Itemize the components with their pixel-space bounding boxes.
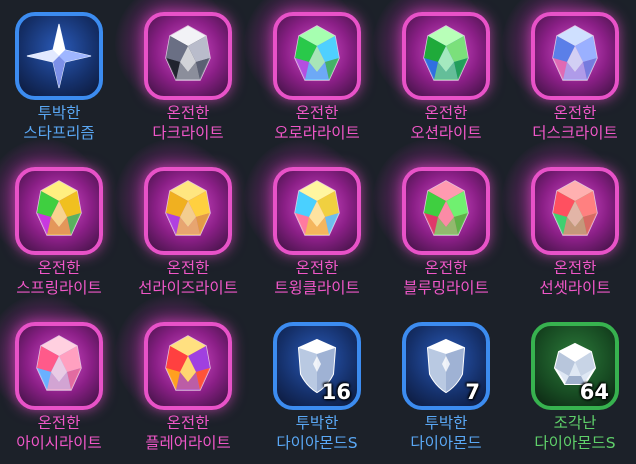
item-tile[interactable] bbox=[402, 167, 490, 255]
item-label: 투박한 다이아몬드S bbox=[252, 413, 382, 453]
item-tile[interactable] bbox=[531, 12, 619, 100]
item-name: 다크라이트 bbox=[152, 124, 224, 142]
item-grade: 온전한 bbox=[37, 414, 81, 432]
item-tile[interactable] bbox=[531, 167, 619, 255]
item-grade: 투박한 bbox=[295, 414, 339, 432]
item-name: 오션라이트 bbox=[410, 124, 482, 142]
item-tile[interactable] bbox=[144, 167, 232, 255]
item-grade: 온전한 bbox=[553, 259, 597, 277]
item-tile[interactable] bbox=[402, 12, 490, 100]
item-label: 온전한 선라이즈라이트 bbox=[123, 258, 253, 298]
item-label: 온전한 트윙클라이트 bbox=[252, 258, 382, 298]
item-name: 다이아몬드S bbox=[534, 434, 616, 452]
inventory-item[interactable]: 온전한 플레어라이트 bbox=[115, 294, 258, 460]
item-tile[interactable] bbox=[15, 322, 103, 410]
item-label: 온전한 더스크라이트 bbox=[510, 103, 636, 143]
dark-gem-icon bbox=[165, 25, 211, 81]
item-tile[interactable]: 16 bbox=[273, 322, 361, 410]
inventory-item[interactable]: 64 조각난 다이아몬드S bbox=[516, 310, 636, 460]
item-name: 아이시라이트 bbox=[16, 434, 102, 452]
item-label: 온전한 오로라라이트 bbox=[252, 103, 382, 143]
item-count: 7 bbox=[465, 380, 480, 404]
item-name: 선라이즈라이트 bbox=[138, 279, 238, 297]
item-label: 투박한 다이아몬드 bbox=[381, 413, 511, 453]
flare-gem-icon bbox=[165, 335, 211, 391]
sunrise-gem-icon bbox=[165, 180, 211, 236]
star-prism-icon bbox=[26, 23, 92, 89]
item-tile[interactable]: 7 bbox=[402, 322, 490, 410]
item-name: 플레어라이트 bbox=[145, 434, 231, 452]
inventory-item[interactable]: 온전한 선셋라이트 bbox=[502, 139, 636, 305]
item-label: 투박한 스타프리즘 bbox=[0, 103, 124, 143]
item-grade: 온전한 bbox=[295, 104, 339, 122]
sunset-gem-icon bbox=[552, 180, 598, 236]
item-name: 스프링라이트 bbox=[16, 279, 102, 297]
item-tile[interactable]: 64 bbox=[531, 322, 619, 410]
item-tile[interactable] bbox=[273, 12, 361, 100]
item-grade: 온전한 bbox=[166, 259, 210, 277]
item-label: 온전한 오션라이트 bbox=[381, 103, 511, 143]
item-name: 선셋라이트 bbox=[539, 279, 611, 297]
item-tile[interactable] bbox=[15, 167, 103, 255]
item-label: 온전한 블루밍라이트 bbox=[381, 258, 511, 298]
item-grade: 온전한 bbox=[424, 104, 468, 122]
item-tile[interactable] bbox=[273, 167, 361, 255]
item-name: 스타프리즘 bbox=[23, 124, 95, 142]
item-grade: 온전한 bbox=[166, 104, 210, 122]
aurora-gem-icon bbox=[294, 25, 340, 81]
item-label: 온전한 다크라이트 bbox=[123, 103, 253, 143]
inventory-item[interactable]: 온전한 오로라라이트 bbox=[244, 0, 387, 150]
inventory-item[interactable]: 온전한 스프링라이트 bbox=[0, 139, 129, 305]
item-tile[interactable] bbox=[144, 12, 232, 100]
item-label: 온전한 아이시라이트 bbox=[0, 413, 124, 453]
inventory-item[interactable]: 온전한 오션라이트 bbox=[373, 0, 516, 150]
inventory-item[interactable]: 7 투박한 다이아몬드 bbox=[387, 310, 516, 460]
item-name: 오로라라이트 bbox=[274, 124, 360, 142]
twinkle-gem-icon bbox=[294, 180, 340, 236]
ocean-gem-icon bbox=[423, 25, 469, 81]
item-name: 트윙클라이트 bbox=[274, 279, 360, 297]
item-name: 블루밍라이트 bbox=[403, 279, 489, 297]
inventory-grid: 투박한 스타프리즘 온전한 다크라이트 온전한 오로라라이트 온전한 오션라이트… bbox=[0, 0, 636, 464]
item-label: 온전한 선셋라이트 bbox=[510, 258, 636, 298]
inventory-item[interactable]: 투박한 스타프리즘 bbox=[0, 0, 129, 150]
item-tile[interactable] bbox=[144, 322, 232, 410]
item-count: 16 bbox=[321, 380, 351, 404]
item-label: 온전한 스프링라이트 bbox=[0, 258, 124, 298]
item-grade: 온전한 bbox=[166, 414, 210, 432]
inventory-item[interactable]: 온전한 다크라이트 bbox=[115, 0, 258, 150]
icy-gem-icon bbox=[36, 335, 82, 391]
item-grade: 투박한 bbox=[424, 414, 468, 432]
spring-gem-icon bbox=[36, 180, 82, 236]
item-label: 온전한 플레어라이트 bbox=[123, 413, 253, 453]
item-tile[interactable] bbox=[15, 12, 103, 100]
item-label: 조각난 다이아몬드S bbox=[510, 413, 636, 453]
item-grade: 온전한 bbox=[424, 259, 468, 277]
blooming-gem-icon bbox=[423, 180, 469, 236]
inventory-item[interactable]: 16 투박한 다이아몬드S bbox=[258, 310, 387, 460]
item-grade: 온전한 bbox=[37, 259, 81, 277]
item-count: 64 bbox=[579, 380, 609, 404]
dusk-gem-icon bbox=[552, 25, 598, 81]
inventory-item[interactable]: 온전한 더스크라이트 bbox=[502, 0, 636, 150]
inventory-item[interactable]: 온전한 트윙클라이트 bbox=[244, 139, 387, 305]
item-name: 다이아몬드S bbox=[276, 434, 358, 452]
item-grade: 투박한 bbox=[37, 104, 81, 122]
item-name: 다이아몬드 bbox=[410, 434, 482, 452]
item-grade: 조각난 bbox=[553, 414, 597, 432]
inventory-item[interactable]: 온전한 블루밍라이트 bbox=[373, 139, 516, 305]
inventory-item[interactable]: 온전한 선라이즈라이트 bbox=[115, 139, 258, 305]
inventory-item[interactable]: 온전한 아이시라이트 bbox=[0, 294, 129, 460]
item-grade: 온전한 bbox=[295, 259, 339, 277]
item-grade: 온전한 bbox=[553, 104, 597, 122]
